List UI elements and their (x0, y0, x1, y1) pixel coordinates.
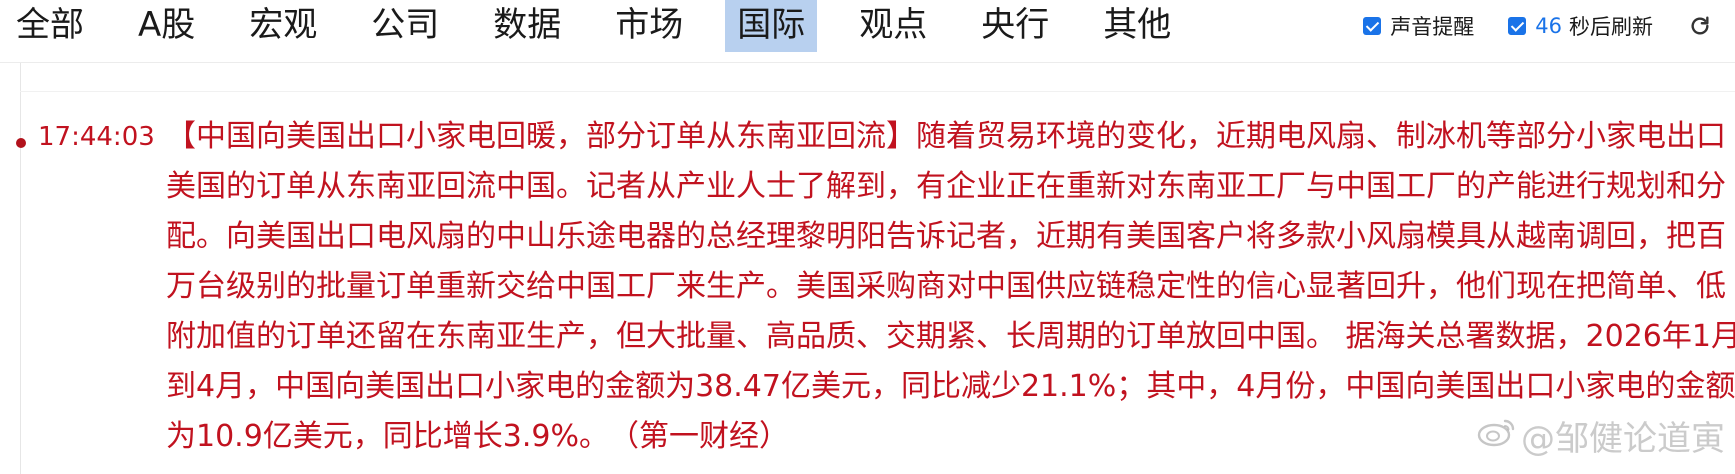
auto-refresh-checkbox[interactable] (1508, 17, 1527, 35)
weibo-icon (1477, 415, 1517, 456)
tab-international[interactable]: 国际 (725, 0, 818, 52)
weibo-watermark: @邹健论道寅 (1477, 411, 1725, 460)
tab-a-shares[interactable]: A股 (126, 0, 207, 52)
header-divider (0, 62, 1735, 63)
auto-refresh-toggle[interactable]: 46 秒后刷新 (1508, 11, 1653, 41)
tab-company[interactable]: 公司 (359, 0, 451, 52)
timeline-dot (16, 138, 26, 148)
tab-macro[interactable]: 宏观 (237, 0, 329, 52)
tab-all[interactable]: 全部 (0, 0, 96, 52)
timeline-line (20, 63, 21, 474)
feed-separator (20, 91, 1735, 92)
tab-opinion[interactable]: 观点 (847, 0, 939, 52)
tab-market[interactable]: 市场 (603, 0, 695, 52)
tab-other[interactable]: 其他 (1091, 0, 1183, 52)
watermark-text: @邹健论道寅 (1521, 419, 1725, 459)
refresh-countdown: 46 (1535, 14, 1562, 38)
tab-central-bank[interactable]: 央行 (969, 0, 1061, 52)
feed-controls: 声音提醒 46 秒后刷新 (1363, 0, 1735, 52)
refresh-icon[interactable] (1687, 13, 1713, 39)
sound-alert-label: 声音提醒 (1390, 15, 1475, 39)
category-tabs: 全部 A股 宏观 公司 数据 市场 国际 观点 央行 其他 (0, 0, 1213, 52)
sound-alert-checkbox[interactable] (1363, 17, 1382, 35)
tab-data[interactable]: 数据 (481, 0, 573, 52)
top-bar: 全部 A股 宏观 公司 数据 市场 国际 观点 央行 其他 声音提醒 46 秒后… (0, 0, 1735, 52)
news-content: 【中国向美国出口小家电回暖，部分订单从东南亚回流】随着贸易环境的变化，近期电风扇… (166, 119, 1735, 454)
news-time: 17:44:03 (38, 122, 155, 152)
sound-alert-toggle[interactable]: 声音提醒 (1363, 11, 1474, 41)
auto-refresh-label: 秒后刷新 (1569, 15, 1653, 39)
